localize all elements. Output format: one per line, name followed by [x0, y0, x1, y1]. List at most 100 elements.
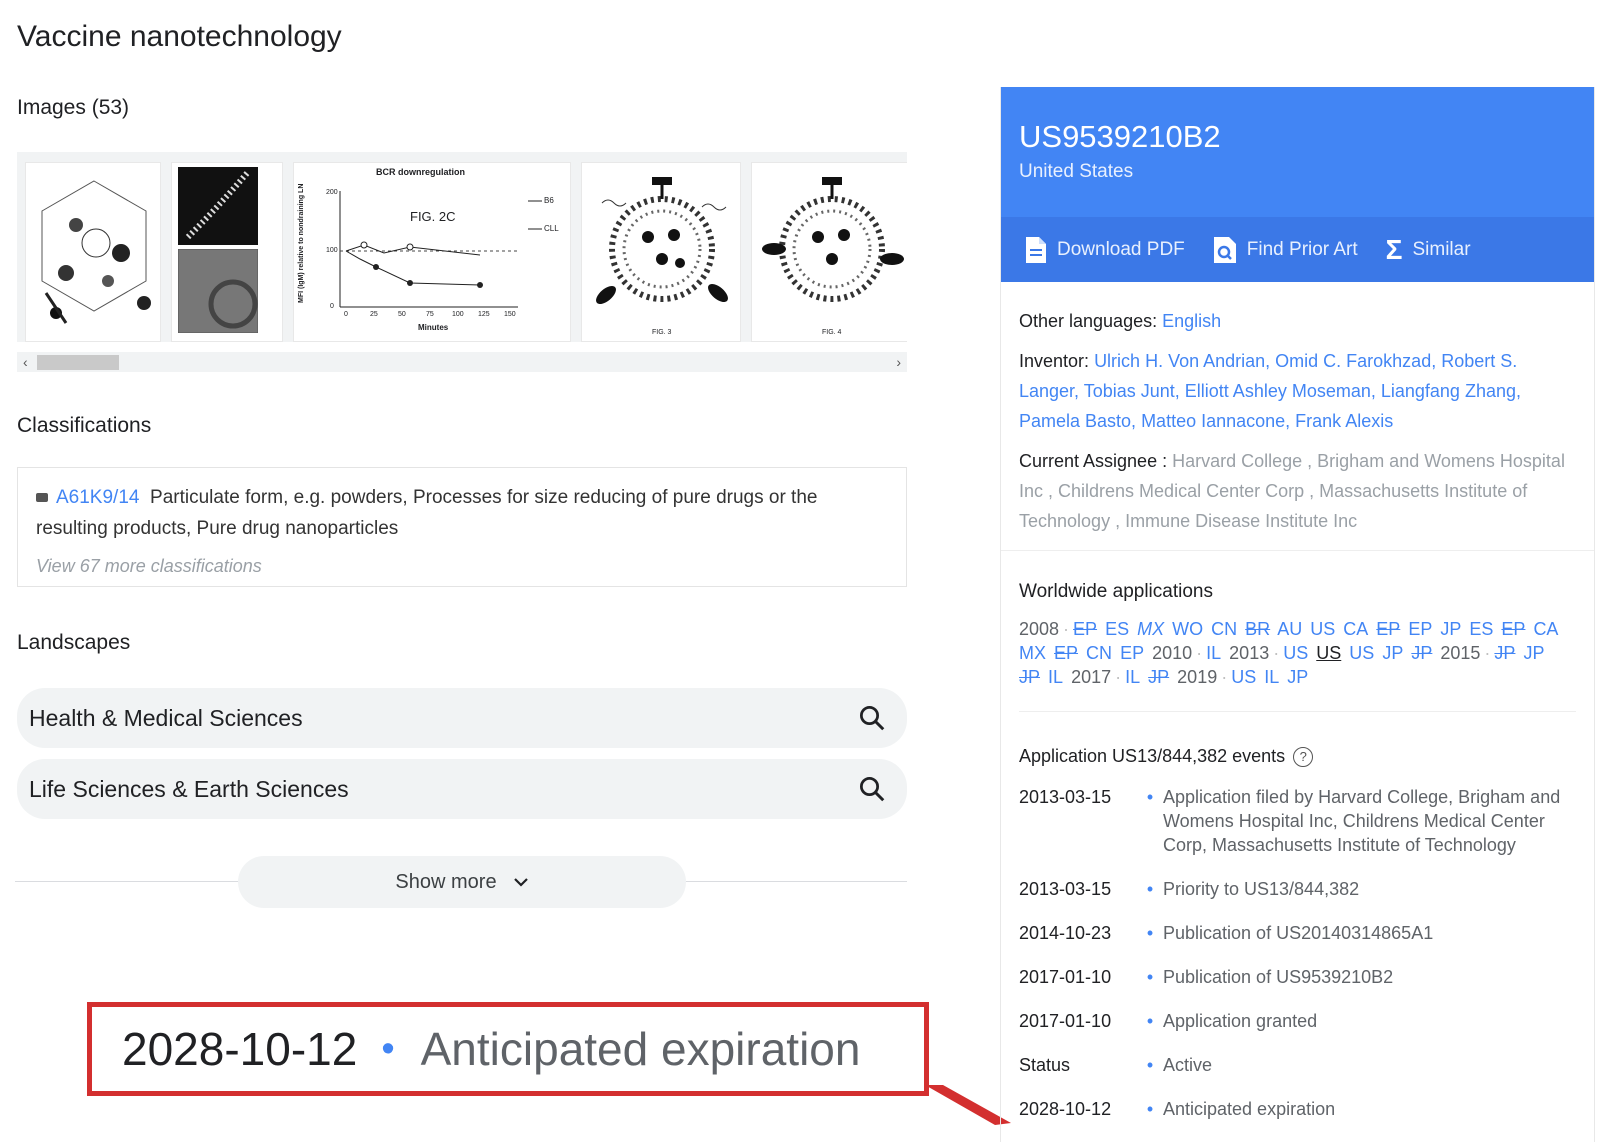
country-application-link[interactable]: EP [1073, 619, 1097, 639]
bullet-dot-icon: • [1146, 967, 1154, 987]
event-row: 2013-03-15 • Priority to US13/844,382 [1019, 877, 1576, 901]
callout-date: 2028-10-12 [122, 1023, 358, 1075]
country-application-link[interactable]: EP [1501, 619, 1525, 639]
country-application-link[interactable]: IL [1264, 667, 1279, 687]
divider [1001, 550, 1594, 551]
country-application-link[interactable]: CN [1086, 643, 1112, 663]
country-application-link[interactable]: US [1316, 643, 1341, 663]
country-application-link[interactable]: CA [1343, 619, 1368, 639]
image-carousel[interactable]: BCR downregulation FIG. 2C B6 CLL Minute… [17, 152, 907, 342]
country-application-link[interactable]: JP [1148, 667, 1169, 687]
country-application-link[interactable]: AU [1277, 619, 1302, 639]
country-application-link[interactable]: JP [1019, 667, 1040, 687]
classification-card: A61K9/14 Particulate form, e.g. powders,… [17, 467, 907, 587]
country-application-link[interactable]: ES [1469, 619, 1493, 639]
event-date: Status [1019, 1055, 1071, 1075]
country-application-link[interactable]: EP [1408, 619, 1432, 639]
classification-code-link[interactable]: A61K9/14 [56, 487, 139, 508]
thumbnail-2[interactable] [171, 162, 283, 342]
country-application-link[interactable]: JP [1523, 643, 1544, 663]
show-more-label: Show more [395, 870, 497, 893]
country-application-link[interactable]: US [1310, 619, 1335, 639]
events-timeline: 2013-03-15 • Application filed by Harvard … [1001, 785, 1594, 1121]
patent-header: US9539210B2 United States [1001, 87, 1594, 217]
help-icon[interactable]: ? [1293, 746, 1314, 767]
country-application-link[interactable]: US [1349, 643, 1374, 663]
country-application-link[interactable]: IL [1125, 667, 1140, 687]
country-application-link[interactable]: WO [1172, 619, 1203, 639]
country-application-link[interactable]: CN [1211, 619, 1237, 639]
y-tick-label: 100 [326, 247, 338, 254]
thumbnail-5[interactable]: FIG. 4 [751, 162, 907, 342]
country-application-link[interactable]: US [1283, 643, 1308, 663]
country-application-link[interactable]: EP [1054, 643, 1078, 663]
event-description: Application granted [1163, 1011, 1318, 1031]
figure-label: FIG. 2C [410, 209, 456, 224]
figure-label: FIG. 4 [822, 329, 842, 336]
country-application-link[interactable]: EP [1376, 619, 1400, 639]
scroll-right-icon[interactable]: › [896, 352, 901, 372]
landscape-item[interactable]: Health & Medical Sciences [17, 688, 907, 748]
country-application-link[interactable]: JP [1382, 643, 1403, 663]
scroll-left-icon[interactable]: ‹ [23, 352, 28, 372]
find-prior-art-button[interactable]: Find Prior Art [1213, 236, 1358, 264]
event-description: Publication of US9539210B2 [1163, 967, 1394, 987]
landscape-item[interactable]: Life Sciences & Earth Sciences [17, 759, 907, 819]
country-application-link[interactable]: US [1231, 667, 1256, 687]
inventor-links[interactable]: Ulrich H. Von Andrian, Omid C. Farokhzad… [1019, 351, 1521, 431]
inventor-label: Inventor: [1019, 351, 1090, 371]
download-pdf-button[interactable]: Download PDF [1025, 236, 1185, 264]
show-more-button[interactable]: Show more [238, 856, 686, 908]
legend-item: CLL [544, 224, 559, 233]
microscopy-image-icon [177, 248, 259, 334]
event-date: 2013-03-15 [1019, 879, 1112, 899]
images-heading: Images (53) [17, 96, 130, 119]
country-application-link[interactable]: EP [1120, 643, 1144, 663]
search-icon[interactable] [857, 774, 887, 804]
application-year: 2010 [1152, 643, 1193, 663]
bullet-dot-icon: • [1146, 923, 1154, 943]
country-application-link[interactable]: JP [1440, 619, 1461, 639]
worldwide-applications-heading: Worldwide applications [1019, 581, 1213, 602]
diagram-thumbnail-icon [41, 180, 151, 324]
x-tick-label: 125 [478, 311, 490, 318]
view-more-classifications-link[interactable]: View 67 more classifications [36, 556, 888, 577]
landscapes-heading: Landscapes [17, 631, 131, 654]
country-application-link[interactable]: JP [1494, 643, 1515, 663]
page-title: Vaccine nanotechnology [17, 20, 342, 53]
landscape-label: Health & Medical Sciences [29, 704, 303, 731]
separator-dot: · [1196, 643, 1203, 663]
country-application-link[interactable]: BR [1245, 619, 1270, 639]
x-tick-label: 100 [452, 311, 464, 318]
country-application-link[interactable]: MX [1137, 619, 1164, 639]
country-application-link[interactable]: CA [1533, 619, 1558, 639]
scroll-thumb[interactable] [37, 355, 119, 370]
thumbnail-3[interactable]: BCR downregulation FIG. 2C B6 CLL Minute… [293, 162, 571, 342]
carousel-scrollbar[interactable]: ‹ › [17, 352, 907, 372]
classifications-heading: Classifications [17, 414, 152, 437]
bullet-dot-icon: • [1146, 1055, 1154, 1075]
event-date: 2017-01-10 [1019, 1011, 1112, 1031]
language-link[interactable]: English [1162, 311, 1221, 331]
x-tick-label: 25 [370, 311, 378, 318]
patent-sidebar: US9539210B2 United States Download PDF F… [1000, 87, 1595, 1142]
event-date: 2013-03-15 [1019, 787, 1112, 807]
thumbnail-1[interactable] [25, 162, 161, 342]
bullet-dot-icon: • [1146, 879, 1154, 899]
country-application-link[interactable]: IL [1048, 667, 1063, 687]
pdf-file-icon [1026, 236, 1046, 263]
country-application-link[interactable]: JP [1287, 667, 1308, 687]
thumbnail-4[interactable]: FIG. 3 [581, 162, 741, 342]
similar-button[interactable]: Σ Similar [1386, 234, 1471, 266]
country-application-link[interactable]: MX [1019, 643, 1046, 663]
x-tick-label: 0 [344, 311, 348, 318]
x-tick-label: 150 [504, 311, 516, 318]
event-row: Status • Active [1019, 1053, 1576, 1077]
event-row: 2014-10-23 • Publication of US20140314865A… [1019, 921, 1576, 945]
country-application-link[interactable]: ES [1105, 619, 1129, 639]
search-icon[interactable] [857, 703, 887, 733]
bullet-dot-icon: • [1146, 1099, 1154, 1119]
country-application-link[interactable]: JP [1411, 643, 1432, 663]
legend-item: B6 [544, 196, 554, 205]
country-application-link[interactable]: IL [1206, 643, 1221, 663]
